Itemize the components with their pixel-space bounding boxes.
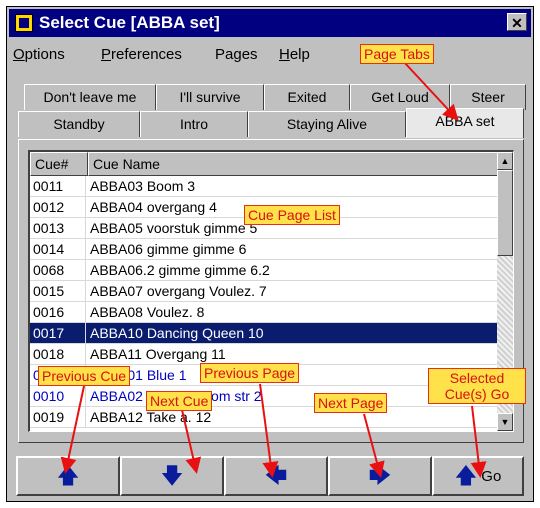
callout-selected-go-line1: Selected	[449, 370, 505, 386]
annotation-arrows	[60, 61, 487, 478]
callout-selected-go-line2: Cue(s) Go	[444, 386, 510, 402]
arrow-page-tabs	[403, 61, 459, 121]
callout-cue-page-list: Cue Page List	[244, 205, 340, 225]
callout-next-page: Next Page	[314, 393, 388, 413]
arrow-previous-cue	[60, 385, 85, 474]
callout-previous-page: Previous Page	[200, 363, 300, 383]
callout-previous-cue: Previous Cue	[38, 366, 131, 386]
arrow-next-page	[363, 413, 385, 478]
arrow-next-cue	[181, 409, 202, 474]
callout-next-cue: Next Cue	[146, 391, 213, 411]
arrow-selected-go	[470, 405, 487, 478]
arrow-previous-page	[259, 383, 279, 478]
callout-selected-cues-go: Selected Cue(s) Go	[428, 368, 526, 404]
callout-page-tabs: Page Tabs	[360, 44, 434, 64]
